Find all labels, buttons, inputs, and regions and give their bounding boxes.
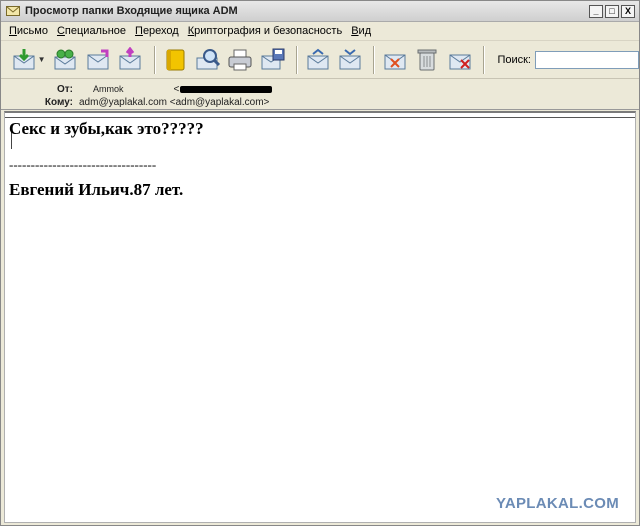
to-label: Кому: [44,96,73,108]
menu-item-specialnoe[interactable]: Специальное [57,25,126,37]
title-bar[interactable]: Просмотр папки Входящие ящика ADM _ □ X [1,1,639,22]
menu-item-pismo[interactable]: Письмо [9,25,48,37]
new-message-icon[interactable] [52,45,79,75]
from-address[interactable]: < [174,84,273,95]
message-header: От: Ammok < Кому: adm@yaplakal.com <adm@… [1,80,639,110]
address-book-icon[interactable] [162,45,189,75]
toolbar-separator [373,45,376,74]
redacted-mark [180,85,273,93]
save-icon[interactable] [260,45,287,75]
find-icon[interactable] [194,45,221,75]
mark-unread-icon[interactable] [381,45,408,75]
envelope-app-icon [6,5,20,17]
delete-icon[interactable] [414,45,441,75]
message-body[interactable]: Секс и зубы,как это????? ---------------… [4,111,636,523]
get-mail-icon[interactable] [11,45,38,75]
print-icon[interactable] [227,45,254,75]
menu-item-perehod[interactable]: Переход [135,25,179,37]
toolbar-separator [483,45,486,74]
minimize-button[interactable]: _ [589,4,603,18]
body-line-signature: Евгений Ильич.87 лет. [9,180,184,199]
menu-item-vid[interactable]: Вид [351,25,371,37]
to-address[interactable]: adm@yaplakal.com <adm@yaplakal.com> [79,97,269,108]
forward-icon[interactable] [117,45,144,75]
toolbar-separator [153,45,156,74]
search-input[interactable] [535,50,639,69]
maximize-button[interactable]: □ [605,4,619,18]
previous-icon[interactable] [304,45,331,75]
to-row: Кому: adm@yaplakal.com <adm@yaplakal.com… [1,95,270,109]
menu-item-kriptografiya[interactable]: Криптография и безопасность [188,25,342,37]
menu-bar: Письмо Специальное Переход Криптография … [1,22,639,41]
from-label: От: [56,83,73,95]
window-title: Просмотр папки Входящие ящика ADM [25,5,238,17]
watermark: YAPLAKAL.COM [495,495,619,512]
close-button[interactable]: X [621,4,635,18]
search-box: Поиск: [497,50,639,69]
search-label: Поиск: [497,53,531,66]
mail-viewer-window: Просмотр папки Входящие ящика ADM _ □ X … [0,0,640,526]
body-top-rule [5,117,635,118]
toolbar-separator [296,45,299,74]
toolbar: ▼ Поиск: [1,41,639,79]
dropdown-arrow-icon[interactable]: ▼ [38,55,46,64]
junk-icon[interactable] [447,45,474,75]
body-line-subject: Секс и зубы,как это????? [9,119,204,138]
from-name[interactable]: Ammok [93,84,124,94]
body-line-separator: ---------------------------------- [9,157,157,172]
next-icon[interactable] [337,45,364,75]
from-row: От: Ammok < [1,82,273,96]
reply-icon[interactable] [84,45,111,75]
